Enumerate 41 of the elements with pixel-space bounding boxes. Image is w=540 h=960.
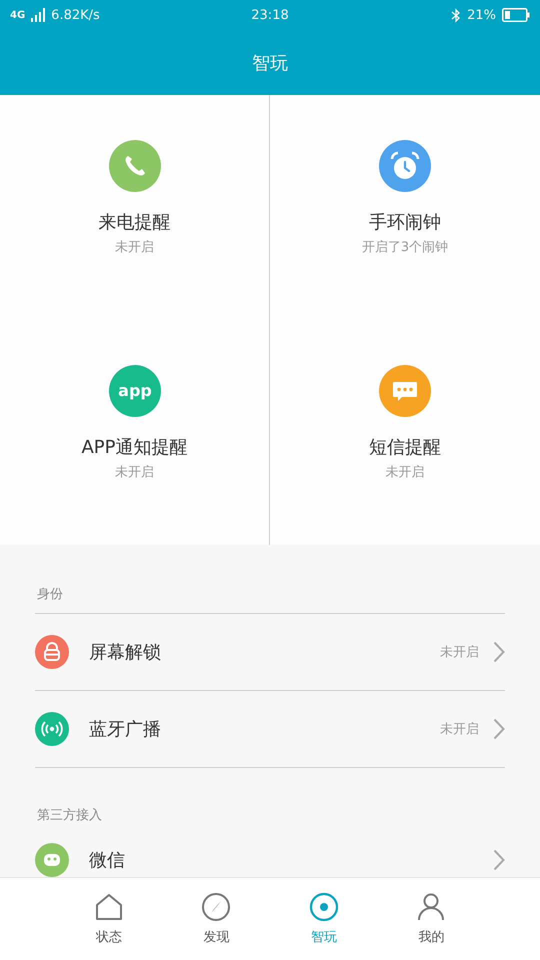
settings-row[interactable]: 微信 (35, 834, 505, 877)
chevron-right-icon (493, 641, 505, 663)
page-title: 智玩 (252, 52, 288, 74)
feature-tile[interactable]: 短信提醒 未开启 (270, 320, 540, 545)
row-title: 屏幕解锁 (89, 641, 162, 664)
feature-tile[interactable]: 手环闹钟 开启了3个闹钟 (270, 95, 540, 320)
row-status: 未开启 (440, 721, 479, 738)
tab[interactable]: 发现 (162, 878, 270, 960)
battery-icon (502, 8, 530, 22)
section-header: 身份 (35, 545, 505, 614)
compass-icon (201, 892, 232, 922)
feature-tile[interactable]: 来电提醒 未开启 (0, 95, 270, 320)
feature-tile[interactable]: app APP通知提醒 未开启 (0, 320, 270, 545)
section-header: 第三方接入 (36, 807, 103, 825)
network-speed: 6.82K/s (51, 8, 100, 22)
tab[interactable]: 状态 (55, 878, 162, 960)
feature-status: 未开启 (115, 239, 154, 256)
feature-title: 来电提醒 (98, 211, 170, 234)
row-title: 蓝牙广播 (89, 718, 162, 741)
feature-status: 未开启 (115, 464, 154, 481)
signal-icon (31, 8, 46, 22)
tab[interactable]: 我的 (378, 878, 485, 960)
person-icon (416, 892, 446, 922)
app-icon: app (108, 365, 160, 417)
settings-row[interactable]: 屏幕解锁 未开启 (35, 614, 505, 691)
target-icon (308, 892, 339, 922)
row-status: 未开启 (440, 644, 479, 661)
feature-status: 未开启 (386, 464, 424, 481)
chevron-right-icon (493, 718, 505, 740)
clock: 23:18 (251, 8, 289, 22)
home-icon (94, 892, 124, 922)
chevron-right-icon (493, 849, 505, 871)
settings-row[interactable]: 蓝牙广播 未开启 (35, 691, 505, 768)
feature-title: 手环闹钟 (369, 211, 441, 234)
battery-percent: 21% (467, 8, 496, 22)
feature-status: 开启了3个闹钟 (362, 239, 448, 256)
feature-title: 短信提醒 (369, 436, 441, 459)
row-title: 微信 (89, 849, 126, 872)
bluetooth-icon (451, 8, 462, 22)
feature-title: APP通知提醒 (81, 436, 188, 459)
network-type: 4G (10, 10, 26, 20)
